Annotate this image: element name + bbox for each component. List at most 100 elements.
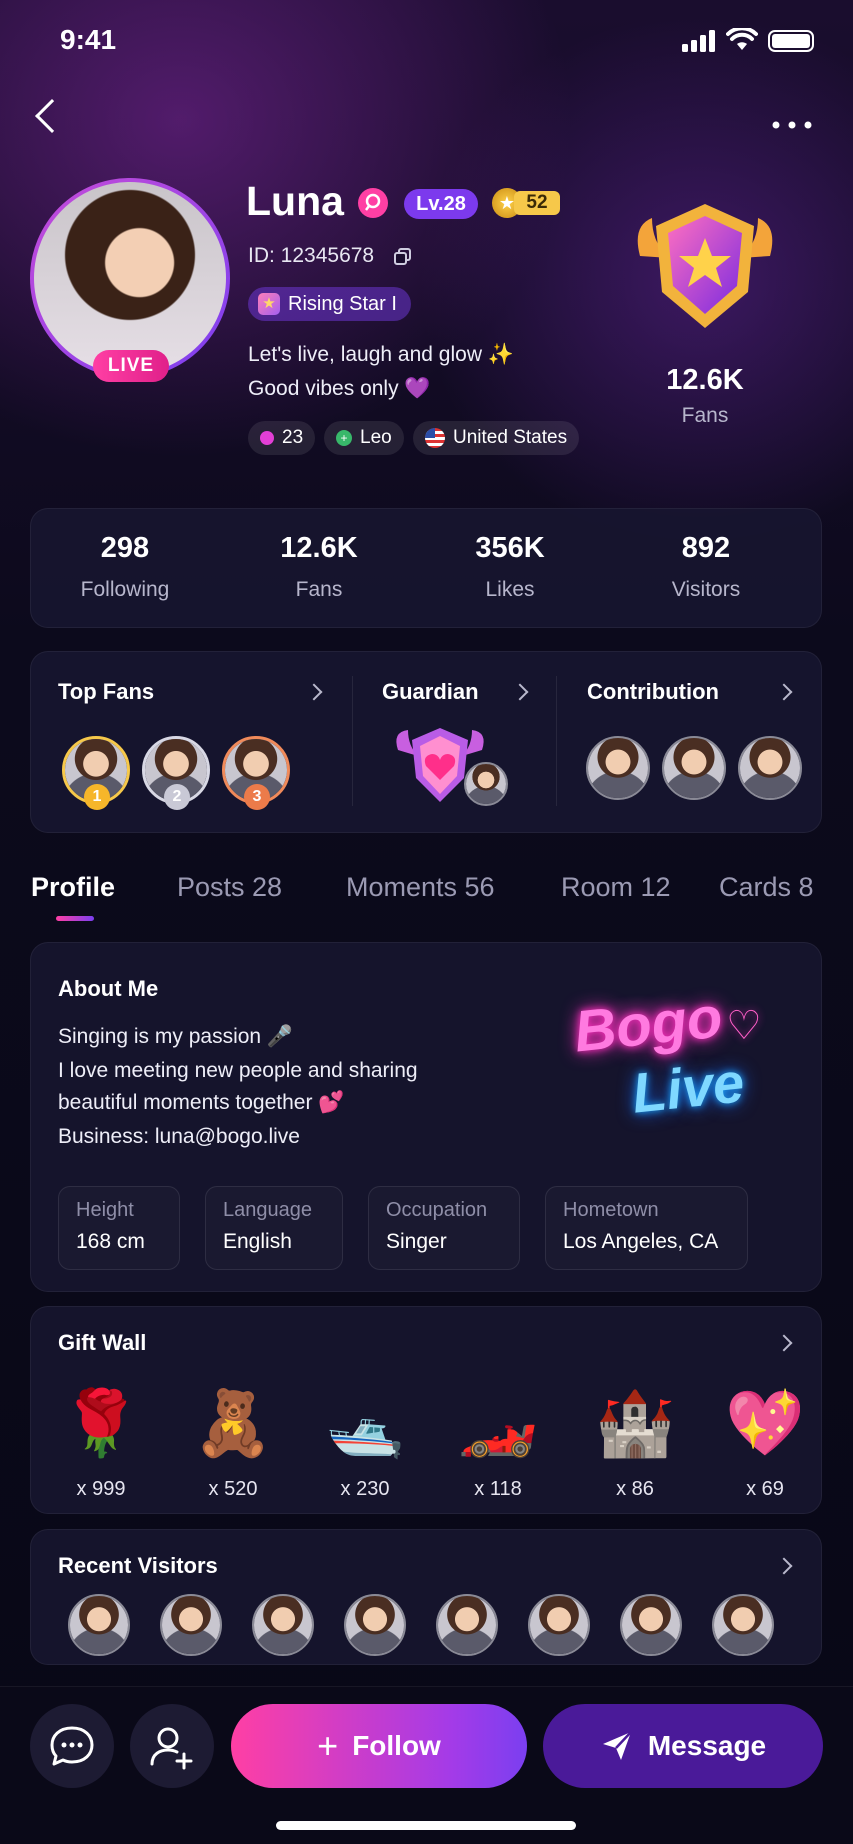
contribution-title[interactable]: Contribution <box>587 679 719 705</box>
neon-heart-icon: ♡ <box>726 1004 762 1048</box>
gift-heart[interactable]: 💖 x 69 <box>720 1378 810 1501</box>
about-me-title: About Me <box>58 976 159 1001</box>
crown-badge: ★ 52 <box>492 188 568 218</box>
tab-moments[interactable]: Moments 56 <box>346 872 495 903</box>
stats-card <box>30 508 822 628</box>
visitor-avatar[interactable] <box>160 1594 222 1656</box>
rose-icon: 🌹 <box>61 1386 141 1459</box>
chat-button[interactable] <box>30 1704 114 1788</box>
yacht-icon: 🛥️ <box>325 1386 405 1459</box>
status-time: 9:41 <box>60 24 117 55</box>
recent-visitors-card[interactable] <box>30 1529 822 1665</box>
fans-count: 12.6K <box>666 364 744 396</box>
visitor-avatar[interactable] <box>252 1594 314 1656</box>
tag-zodiac: + Leo <box>324 421 404 455</box>
zodiac-icon: + <box>336 430 352 446</box>
about-line-1: Singing is my passion 🎤 <box>58 1025 294 1048</box>
crown-count: 52 <box>514 191 560 215</box>
profile-avatar[interactable] <box>30 178 230 378</box>
gift-wall-title: Gift Wall <box>58 1330 147 1355</box>
guardian-avatar[interactable] <box>464 762 508 806</box>
contributor-1-avatar[interactable] <box>586 736 650 800</box>
visitor-avatar[interactable] <box>344 1594 406 1656</box>
gift-wall-card[interactable] <box>30 1306 822 1514</box>
gem-icon <box>260 431 274 445</box>
stat-following-label[interactable]: Following <box>35 578 215 602</box>
us-flag-icon <box>425 428 445 448</box>
bogo-live-logo: Bogo Live ♡ <box>550 975 780 1135</box>
top-fans-title[interactable]: Top Fans <box>58 679 154 705</box>
wifi-icon <box>726 26 758 52</box>
visitor-avatar[interactable] <box>528 1594 590 1656</box>
divider <box>556 676 557 806</box>
rank-badge: ★ Rising Star I <box>248 287 411 321</box>
winged-heart-icon: 💖 <box>725 1386 805 1459</box>
active-tab-indicator <box>56 916 94 921</box>
plus-icon: + <box>317 1725 339 1766</box>
add-friend-button[interactable] <box>130 1704 214 1788</box>
user-id: ID: 12345678 <box>248 244 375 267</box>
contributor-3-avatar[interactable] <box>738 736 802 800</box>
live-badge: LIVE <box>93 350 169 382</box>
sports-car-icon: 🏎️ <box>458 1386 538 1459</box>
send-icon <box>602 1731 632 1760</box>
message-label: Message <box>647 1730 767 1761</box>
stat-likes-label[interactable]: Likes <box>420 578 600 602</box>
live-logo-text: Live <box>629 1050 748 1125</box>
fan-shield-icon <box>630 196 780 346</box>
back-button[interactable] <box>35 99 69 133</box>
tag-country: United States <box>413 421 580 455</box>
tab-room[interactable]: Room 12 <box>561 872 671 903</box>
detail-language: Language English <box>205 1186 343 1270</box>
gift-teddy[interactable]: 🧸 x 520 <box>188 1378 278 1501</box>
visitor-avatar[interactable] <box>68 1594 130 1656</box>
detail-occupation: Occupation Singer <box>368 1186 520 1270</box>
visitor-avatar[interactable] <box>620 1594 682 1656</box>
gift-yacht[interactable]: 🛥️ x 230 <box>320 1378 410 1501</box>
visitor-avatar[interactable] <box>712 1594 774 1656</box>
about-line-4: Business: luna@bogo.live <box>58 1125 300 1148</box>
tab-cards[interactable]: Cards 8 <box>719 872 814 903</box>
home-indicator <box>276 1821 576 1830</box>
rank-badge-label: Rising Star I <box>288 292 397 315</box>
rank-1-badge: 1 <box>84 784 110 810</box>
more-options-icon[interactable] <box>772 116 812 129</box>
bio-line-2: Good vibes only 💜 <box>248 377 431 400</box>
follow-label: Follow <box>352 1730 441 1761</box>
star-badge-icon: ★ <box>258 293 280 315</box>
copy-icon[interactable] <box>394 248 412 266</box>
bio-line-1: Let's live, laugh and glow ✨ <box>248 343 514 366</box>
castle-icon: 🏰 <box>595 1386 675 1459</box>
stat-likes-value: 356K <box>475 532 545 564</box>
follow-button[interactable]: + Follow <box>231 1704 527 1788</box>
about-line-3: beautiful moments together 💕 <box>58 1091 345 1114</box>
detail-height: Height 168 cm <box>58 1186 180 1270</box>
visitor-avatar[interactable] <box>436 1594 498 1656</box>
gift-car[interactable]: 🏎️ x 118 <box>453 1378 543 1501</box>
stat-following-value: 298 <box>100 532 150 564</box>
gift-rose[interactable]: 🌹 x 999 <box>56 1378 146 1501</box>
tag-gem: 23 <box>248 421 316 455</box>
rank-2-badge: 2 <box>164 784 190 810</box>
profile-name: Luna <box>246 178 344 224</box>
rank-3-badge: 3 <box>244 784 270 810</box>
add-user-icon <box>150 1727 193 1770</box>
message-button[interactable]: Message <box>543 1704 823 1788</box>
divider <box>352 676 353 806</box>
level-badge: Lv.28 <box>404 189 478 219</box>
tab-profile[interactable]: Profile <box>31 872 115 903</box>
tab-posts[interactable]: Posts 28 <box>177 872 282 903</box>
contributor-2-avatar[interactable] <box>662 736 726 800</box>
gift-castle[interactable]: 🏰 x 86 <box>590 1378 680 1501</box>
teddy-bear-icon: 🧸 <box>193 1386 273 1459</box>
search-badge-icon <box>358 188 388 218</box>
chat-bubble-icon <box>50 1726 94 1766</box>
guardian-title[interactable]: Guardian <box>382 679 479 705</box>
stat-visitors-label[interactable]: Visitors <box>616 578 796 602</box>
stat-fans-label[interactable]: Fans <box>229 578 409 602</box>
signal-icon <box>682 30 716 52</box>
detail-hometown: Hometown Los Angeles, CA <box>545 1186 748 1270</box>
recent-visitors-title: Recent Visitors <box>58 1553 218 1578</box>
fans-label: Fans <box>681 404 729 427</box>
stat-fans-value: 12.6K <box>280 532 358 564</box>
